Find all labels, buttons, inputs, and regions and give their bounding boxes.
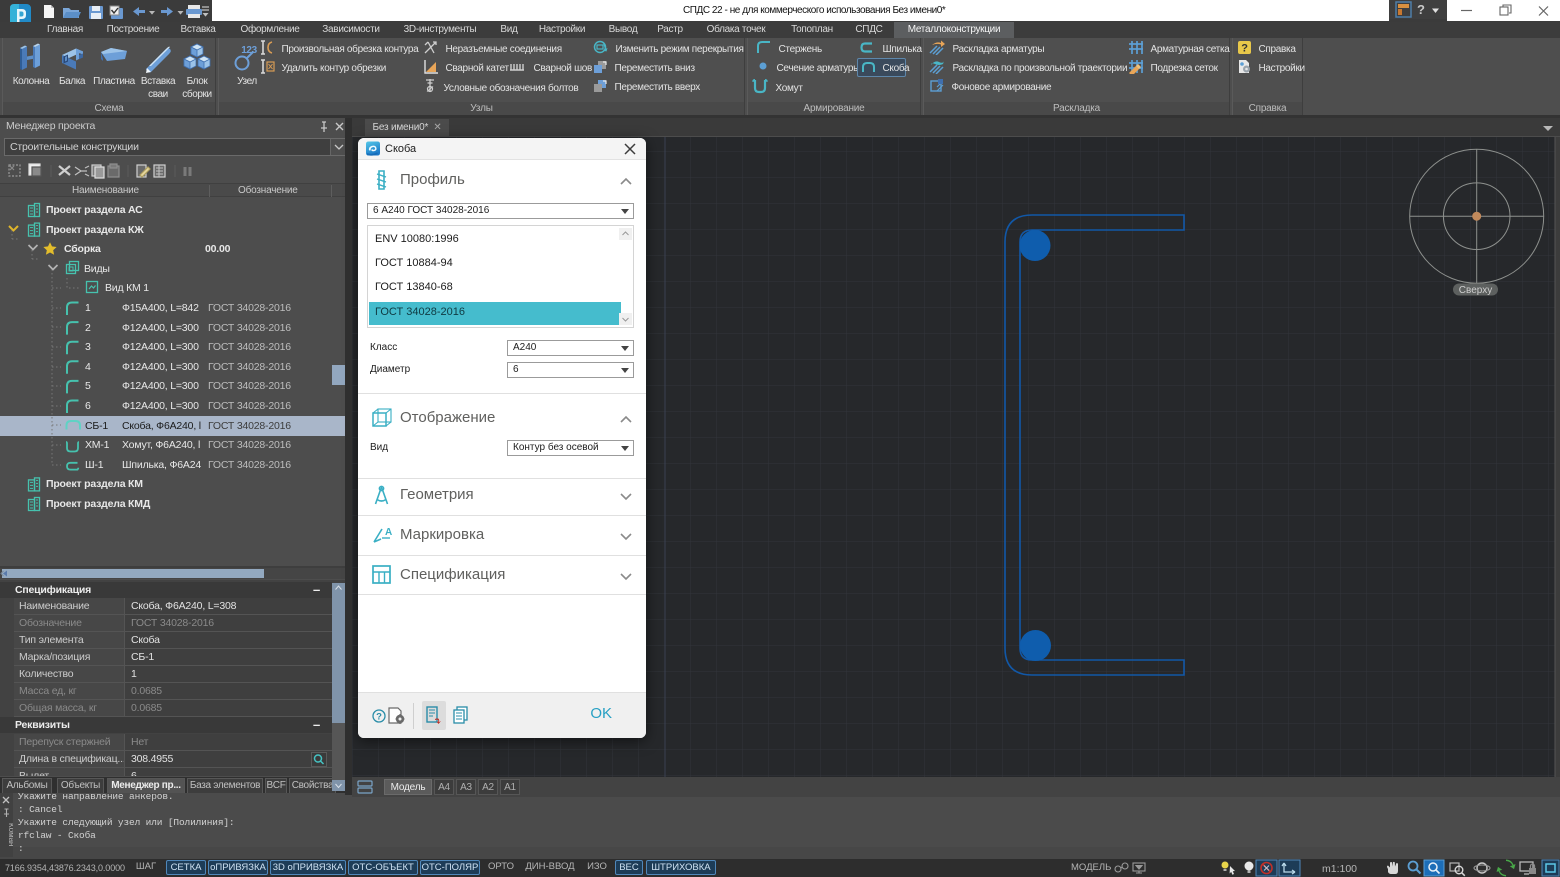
svg-text:Сверху: Сверху <box>1459 285 1492 296</box>
svg-text:m1:100: m1:100 <box>1322 863 1357 875</box>
svg-text:?: ? <box>376 712 382 723</box>
svg-text:?: ? <box>1417 2 1425 17</box>
svg-text:A: A <box>385 527 392 538</box>
svg-text:Коман: Коман <box>7 823 13 846</box>
svg-text:?: ? <box>1241 43 1248 55</box>
